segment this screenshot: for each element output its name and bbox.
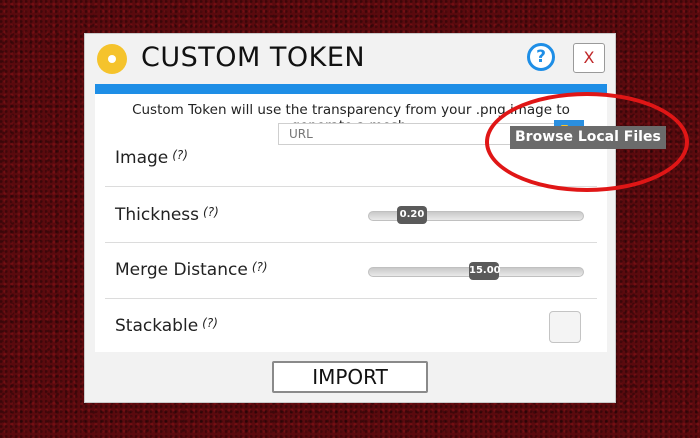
image-label: Image (?)	[115, 148, 188, 168]
thickness-hint[interactable]: (?)	[203, 205, 219, 219]
image-label-text: Image	[115, 148, 169, 168]
token-icon	[97, 44, 127, 74]
merge-distance-hint[interactable]: (?)	[252, 260, 268, 274]
thickness-label: Thickness (?)	[115, 205, 219, 225]
thickness-slider-handle[interactable]: 0.20	[397, 206, 427, 224]
title-accent-bar	[95, 84, 607, 94]
import-button[interactable]: IMPORT	[272, 361, 428, 393]
stackable-checkbox[interactable]	[549, 311, 581, 343]
custom-token-dialog: CUSTOM TOKEN ? X Custom Token will use t…	[84, 33, 616, 403]
help-button[interactable]: ?	[527, 43, 555, 71]
close-button[interactable]: X	[573, 43, 605, 73]
stackable-hint[interactable]: (?)	[202, 316, 218, 330]
browse-tooltip: Browse Local Files	[510, 126, 666, 149]
merge-distance-slider-handle[interactable]: 15.00	[469, 262, 501, 280]
image-hint[interactable]: (?)	[172, 148, 188, 162]
merge-distance-label-text: Merge Distance	[115, 260, 248, 280]
stackable-label-text: Stackable	[115, 316, 199, 336]
dialog-title: CUSTOM TOKEN	[141, 42, 366, 73]
stackable-label: Stackable (?)	[115, 316, 218, 336]
row-divider	[105, 298, 597, 299]
thickness-label-text: Thickness	[115, 205, 200, 225]
row-divider	[105, 186, 597, 187]
row-divider	[105, 242, 597, 243]
merge-distance-label: Merge Distance (?)	[115, 260, 268, 280]
